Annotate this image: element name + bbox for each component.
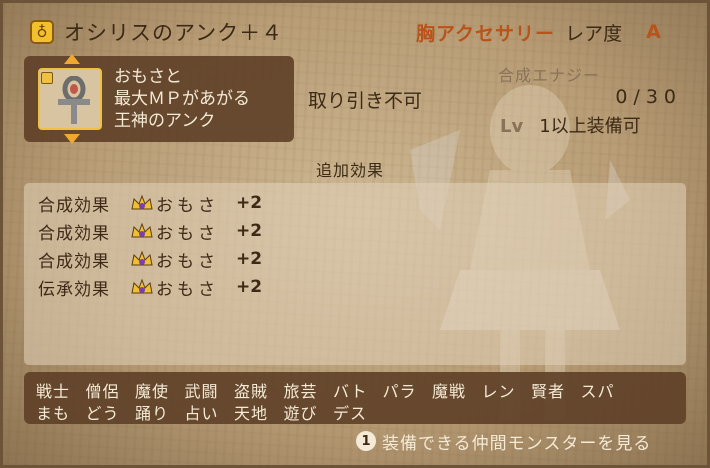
item-description: おもさと 最大ＭＰがあがる 王神のアンク [114, 66, 250, 132]
job-label: 戦士 [36, 382, 71, 401]
job-label: バト [333, 382, 368, 401]
item-title: ♁ オシリスのアンク＋４ [30, 16, 283, 48]
item-info-panel: おもさと 最大ＭＰがあがる 王神のアンク [24, 54, 294, 144]
synthesis-max: 30 [645, 86, 682, 108]
effect-type: 伝承効果 [38, 279, 110, 300]
effect-type: 合成効果 [38, 251, 110, 272]
effect-row: 合成効果 おもさ +2 [38, 219, 263, 244]
effect-stat: おもさ [156, 223, 219, 244]
effect-row: 合成効果 おもさ +2 [38, 247, 263, 272]
effect-stat: おもさ [156, 195, 219, 216]
job-label: スパ [580, 382, 615, 401]
description-line: 最大ＭＰがあがる [114, 89, 250, 109]
level-text: 1以上装備可 [539, 116, 641, 137]
job-label: 賢者 [531, 382, 566, 401]
level-label: Lv [500, 116, 524, 137]
description-line: 王神のアンク [114, 111, 216, 131]
lock-icon [41, 72, 53, 84]
crown-icon [131, 250, 153, 266]
job-label: どう [85, 404, 120, 423]
job-label: 天地 [234, 404, 269, 423]
effect-row: 伝承効果 おもさ +2 [38, 275, 263, 300]
view-monsters-label: 装備できる仲間モンスターを見る [382, 433, 652, 454]
job-label: レン [481, 382, 516, 401]
job-label: 占い [184, 404, 219, 423]
arrow-up-icon[interactable] [64, 54, 80, 64]
effect-value: +2 [236, 277, 263, 297]
effect-stat: おもさ [156, 279, 219, 300]
jobs-row-1: 戦士 僧侶 魔使 武闘 盗賊 旅芸 バト パラ 魔戦 レン 賢者 スパ [36, 378, 630, 402]
job-label: デス [333, 404, 368, 423]
job-label: パラ [382, 382, 417, 401]
synthesis-energy-value: 0/30 [570, 86, 682, 108]
jobs-row-2: まも どう 踊り 占い 天地 遊び デス [36, 400, 383, 424]
job-label: 踊り [135, 404, 170, 423]
trade-status: 取り引き不可 [308, 90, 423, 112]
synthesis-energy-label: 合成エナジー [498, 66, 601, 85]
ring-icon: ♁ [30, 20, 54, 44]
job-label: 盗賊 [234, 382, 269, 401]
rarity-label: レア度 [565, 22, 623, 45]
job-label: 旅芸 [283, 382, 318, 401]
rarity-value: A [646, 21, 661, 43]
effect-value: +2 [236, 249, 263, 269]
description-line: おもさと [114, 67, 182, 87]
effect-stat: おもさ [156, 251, 219, 272]
item-category: 胸アクセサリー [416, 22, 556, 45]
item-category-row: 胸アクセサリー レア度 A [416, 17, 661, 47]
view-monsters-button[interactable]: 1 装備できる仲間モンスターを見る [356, 428, 651, 454]
crown-icon [131, 194, 153, 210]
arrow-down-icon[interactable] [64, 134, 80, 144]
equippable-jobs-panel: 戦士 僧侶 魔使 武闘 盗賊 旅芸 バト パラ 魔戦 レン 賢者 スパ まも ど… [24, 372, 686, 424]
job-label: 僧侶 [85, 382, 120, 401]
level-requirement: Lv 1以上装備可 [500, 112, 641, 138]
effects-panel: 合成効果 おもさ +2 合成効果 おもさ +2 合成効果 おもさ +2 伝承効果… [24, 183, 686, 365]
item-slot[interactable] [38, 68, 102, 130]
button-1-icon: 1 [356, 431, 376, 451]
job-label: 遊び [283, 404, 318, 423]
ankh-icon [58, 76, 90, 124]
effects-header: 追加効果 [316, 161, 385, 180]
effect-row: 合成効果 おもさ +2 [38, 191, 263, 216]
item-name: オシリスのアンク＋４ [64, 21, 284, 45]
job-label: まも [36, 404, 71, 423]
job-label: 魔使 [135, 382, 170, 401]
effect-value: +2 [236, 193, 263, 213]
crown-icon [131, 278, 153, 294]
effect-type: 合成効果 [38, 223, 110, 244]
effect-type: 合成効果 [38, 195, 110, 216]
job-label: 魔戦 [432, 382, 467, 401]
synthesis-current: 0/ [615, 86, 646, 108]
effect-value: +2 [236, 221, 263, 241]
crown-icon [131, 222, 153, 238]
job-label: 武闘 [184, 382, 219, 401]
